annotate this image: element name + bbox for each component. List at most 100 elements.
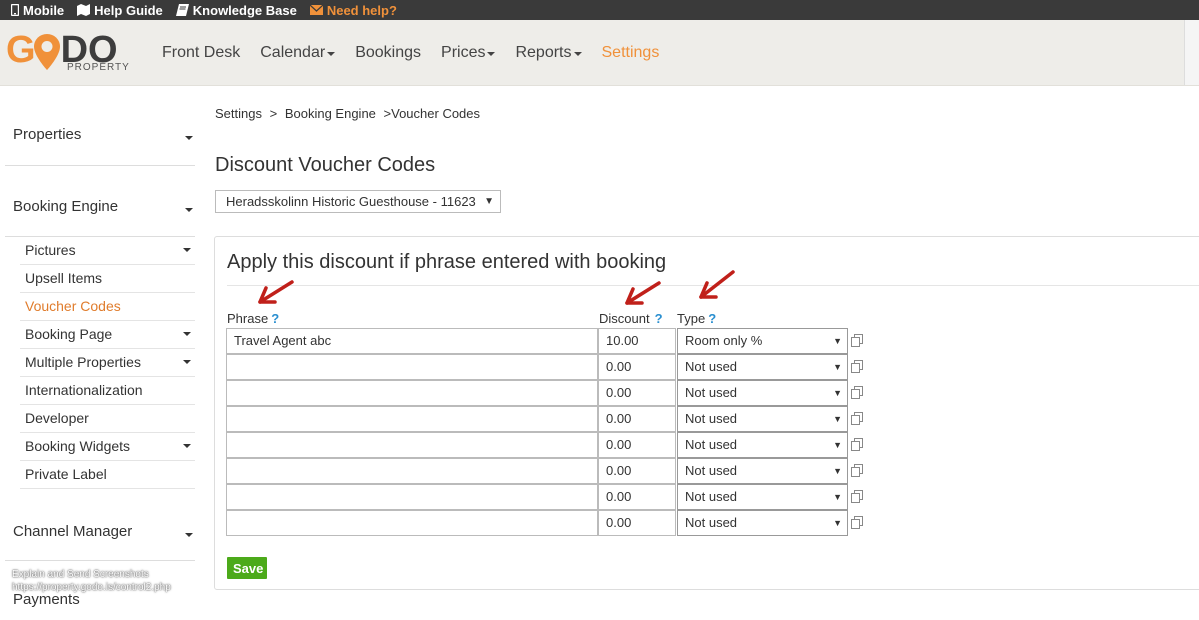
nav-item-label: Front Desk: [162, 43, 241, 61]
phrase-column-header: Phrase?: [227, 311, 280, 326]
help-guide-link[interactable]: Help Guide: [77, 3, 163, 18]
caret-down-icon: [185, 208, 193, 212]
top-bar: Mobile Help Guide Knowledge Base Need he…: [0, 0, 1199, 20]
discount-column-header: Discount?: [599, 311, 663, 326]
breadcrumb: Settings > Booking Engine >Voucher Codes: [215, 106, 484, 121]
copy-icon[interactable]: [851, 386, 863, 399]
nav-item-label: Calendar: [260, 43, 326, 61]
need-help-link[interactable]: Need help?: [309, 2, 397, 18]
dropdown-arrow-icon: ▼: [833, 492, 842, 502]
nav-item-reports[interactable]: Reports: [515, 44, 582, 62]
discount-input[interactable]: 0.00: [598, 354, 676, 380]
type-select-value: Not used: [685, 359, 738, 374]
copy-icon[interactable]: [851, 412, 863, 425]
help-icon[interactable]: ?: [271, 311, 279, 326]
breadcrumb-settings[interactable]: Settings: [215, 106, 262, 121]
panel-divider: [227, 285, 1199, 286]
envelope-icon: [309, 5, 323, 15]
sidebar-item-upsell-items[interactable]: Upsell Items: [20, 265, 195, 293]
sidebar-item-voucher-codes[interactable]: Voucher Codes: [20, 293, 195, 321]
discount-input[interactable]: 0.00: [598, 432, 676, 458]
nav-item-label: Settings: [601, 43, 660, 61]
copy-icon[interactable]: [851, 360, 863, 373]
sidebar-item-label: Internationalization: [25, 382, 143, 398]
discount-input[interactable]: 0.00: [598, 406, 676, 432]
sidebar-section-booking-engine[interactable]: Booking Engine: [5, 165, 195, 237]
nav-item-bookings[interactable]: Bookings: [355, 44, 421, 62]
godo-logo[interactable]: G DO PROPERTY: [6, 29, 130, 75]
voucher-panel: Apply this discount if phrase entered wi…: [214, 236, 1199, 590]
discount-input[interactable]: 0.00: [598, 510, 676, 536]
phrase-input[interactable]: [226, 406, 598, 432]
window-scrollbar[interactable]: [1184, 20, 1199, 85]
phrase-input[interactable]: [226, 484, 598, 510]
mobile-link[interactable]: Mobile: [11, 3, 64, 18]
mobile-label: Mobile: [23, 2, 65, 18]
type-select[interactable]: Not used ▼: [677, 484, 848, 510]
logo-subtitle: PROPERTY: [67, 62, 130, 73]
main-nav: Front Desk Calendar Bookings Prices Reports S…: [162, 20, 679, 85]
map-icon: [77, 4, 91, 16]
knowledge-base-link[interactable]: Knowledge Base: [175, 3, 297, 18]
type-select[interactable]: Not used ▼: [677, 380, 848, 406]
type-select-value: Not used: [685, 437, 738, 452]
sidebar-item-booking-page[interactable]: Booking Page: [20, 321, 195, 349]
type-select[interactable]: Not used ▼: [677, 432, 848, 458]
breadcrumb-voucher-codes: Voucher Codes: [391, 106, 481, 121]
dropdown-arrow-icon: ▼: [833, 414, 842, 424]
type-select-value: Not used: [685, 489, 738, 504]
copy-icon[interactable]: [851, 438, 863, 451]
copy-icon[interactable]: [851, 516, 863, 529]
phrase-input[interactable]: Travel Agent abc: [226, 328, 598, 354]
nav-item-settings[interactable]: Settings: [602, 44, 660, 62]
caret-down-icon: [183, 444, 191, 448]
dropdown-arrow-icon: ▼: [833, 362, 842, 372]
type-select[interactable]: Not used ▼: [677, 406, 848, 432]
sidebar-section-channel-manager[interactable]: Channel Manager: [5, 489, 195, 561]
type-select-value: Not used: [685, 385, 738, 400]
sidebar-item-multiple-properties[interactable]: Multiple Properties: [20, 349, 195, 377]
type-select-value: Room only %: [685, 333, 763, 348]
sidebar-item-developer[interactable]: Developer: [20, 405, 195, 433]
type-select-value: Not used: [685, 463, 738, 478]
sidebar-section-properties[interactable]: Properties: [5, 86, 195, 166]
phrase-input[interactable]: [226, 458, 598, 484]
discount-input[interactable]: 0.00: [598, 484, 676, 510]
sidebar-item-pictures[interactable]: Pictures: [20, 237, 195, 265]
discount-input[interactable]: 0.00: [598, 380, 676, 406]
nav-item-calendar[interactable]: Calendar: [260, 43, 336, 62]
copy-icon[interactable]: [851, 334, 863, 347]
nav-item-label: Bookings: [355, 43, 422, 61]
breadcrumb-booking-engine[interactable]: Booking Engine: [285, 106, 376, 121]
discount-input[interactable]: 0.00: [598, 458, 676, 484]
sidebar-item-booking-widgets[interactable]: Booking Widgets: [20, 433, 195, 461]
phrase-input[interactable]: [226, 432, 598, 458]
need-help-label: Need help?: [326, 2, 397, 18]
phrase-input[interactable]: [226, 354, 598, 380]
sidebar-item-label: Pictures: [25, 242, 76, 258]
property-select[interactable]: Heradsskolinn Historic Guesthouse - 1162…: [215, 190, 501, 213]
type-select[interactable]: Room only % ▼: [677, 328, 848, 354]
book-icon: [175, 4, 189, 16]
panel-title: Apply this discount if phrase entered wi…: [227, 251, 667, 273]
nav-item-front-desk[interactable]: Front Desk: [162, 44, 240, 62]
save-button[interactable]: Save: [227, 557, 267, 579]
copy-icon[interactable]: [851, 490, 863, 503]
discount-input[interactable]: 10.00: [598, 328, 676, 354]
caret-down-icon: [487, 51, 496, 56]
sidebar-item-label: Private Label: [25, 466, 107, 482]
mobile-icon: [11, 4, 19, 16]
sidebar-item-internationalization[interactable]: Internationalization: [20, 377, 195, 405]
caret-down-icon: [183, 332, 191, 336]
type-select[interactable]: Not used ▼: [677, 458, 848, 484]
phrase-input[interactable]: [226, 510, 598, 536]
help-icon[interactable]: ?: [708, 311, 716, 326]
phrase-input[interactable]: [226, 380, 598, 406]
sidebar-item-private-label[interactable]: Private Label: [20, 461, 195, 489]
help-icon[interactable]: ?: [655, 311, 663, 326]
nav-item-prices[interactable]: Prices: [441, 44, 496, 62]
type-select[interactable]: Not used ▼: [677, 510, 848, 536]
copy-icon[interactable]: [851, 464, 863, 477]
sidebar-item-label: Booking Widgets: [25, 438, 131, 454]
type-select[interactable]: Not used ▼: [677, 354, 848, 380]
